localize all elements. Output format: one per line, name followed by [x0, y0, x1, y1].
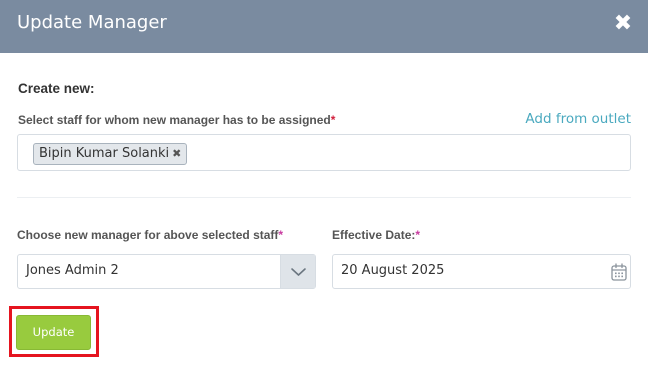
close-icon[interactable]: ✖ — [613, 13, 633, 35]
add-from-outlet-link[interactable]: Add from outlet — [525, 111, 631, 127]
update-button[interactable]: Update — [16, 315, 91, 350]
chevron-down-icon — [291, 268, 306, 276]
manager-select[interactable]: Jones Admin 2 — [17, 254, 316, 289]
effective-date-label-text: Effective Date: — [332, 228, 416, 242]
manager-select-label: Choose new manager for above selected st… — [17, 228, 283, 242]
modal-title: Update Manager — [17, 12, 167, 33]
effective-date-input[interactable]: 20 August 2025 — [332, 254, 631, 289]
staff-select-label-text: Select staff for whom new manager has to… — [18, 113, 331, 127]
effective-date-label: Effective Date:* — [332, 228, 420, 242]
selected-staff-tag: Bipin Kumar Solanki ✖ — [33, 143, 188, 165]
section-title: Create new: — [18, 81, 95, 96]
required-marker: * — [330, 113, 336, 127]
selected-staff-name: Bipin Kumar Solanki — [39, 146, 170, 161]
manager-select-label-text: Choose new manager for above selected st… — [17, 228, 279, 242]
dropdown-toggle[interactable] — [280, 255, 315, 288]
manager-select-value: Jones Admin 2 — [26, 263, 119, 278]
calendar-icon[interactable] — [611, 263, 627, 281]
effective-date-value: 20 August 2025 — [341, 263, 445, 278]
required-marker: * — [278, 228, 284, 242]
remove-tag-icon[interactable]: ✖ — [172, 147, 181, 160]
required-marker: * — [415, 228, 421, 242]
staff-multiselect-input[interactable]: Bipin Kumar Solanki ✖ — [17, 134, 631, 171]
staff-select-label: Select staff for whom new manager has to… — [18, 113, 335, 127]
form-divider — [17, 197, 631, 198]
modal-header: Update Manager ✖ — [0, 0, 648, 53]
